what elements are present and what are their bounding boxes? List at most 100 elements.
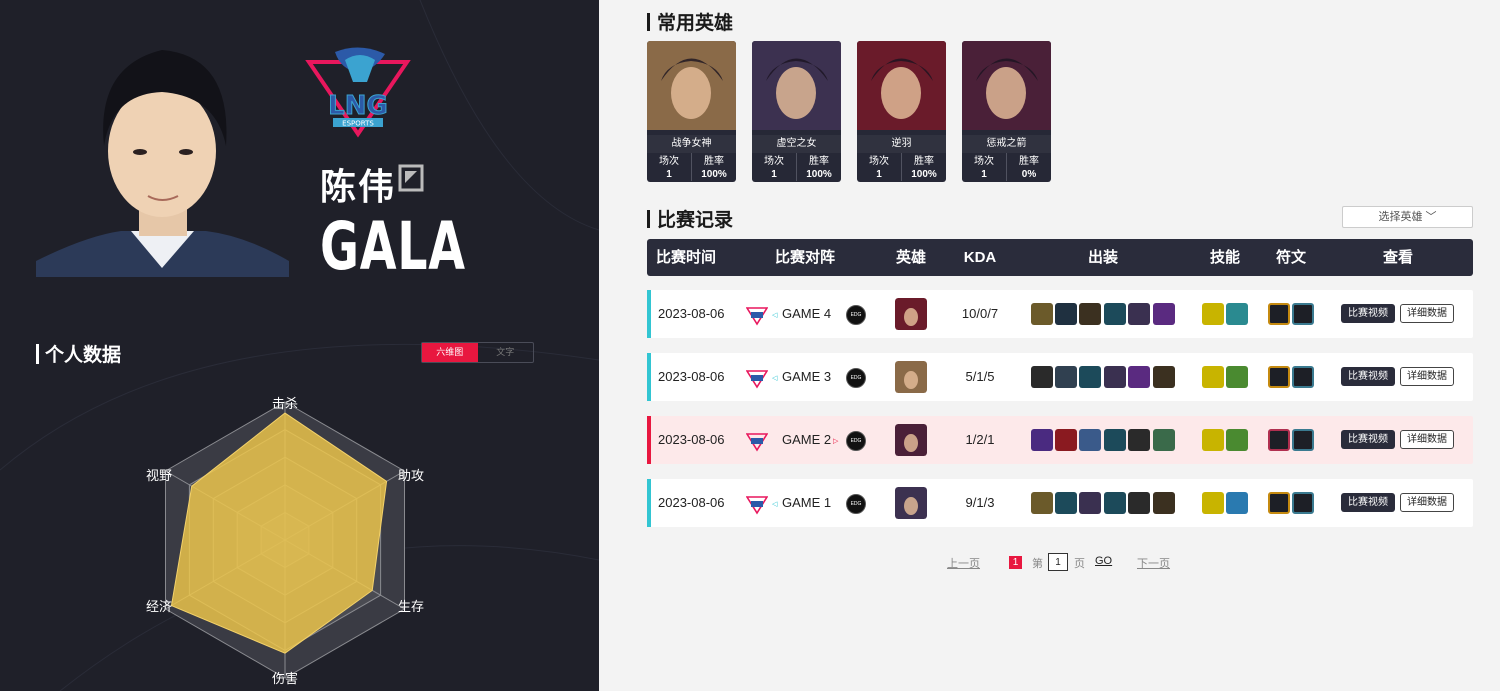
col-time: 比赛时间 xyxy=(655,249,717,266)
rune-icon[interactable] xyxy=(1292,366,1314,388)
match-video-button[interactable]: 比赛视频 xyxy=(1341,430,1395,449)
item-icon[interactable] xyxy=(1031,303,1053,325)
hero-icon xyxy=(895,298,927,330)
hero-name: 虚空之女 xyxy=(752,135,841,153)
hero-card[interactable]: 惩戒之箭 场次 1 胜率 0% xyxy=(962,41,1051,182)
item-icon[interactable] xyxy=(1031,492,1053,514)
game-number: GAME 1 xyxy=(782,495,832,510)
match-detail-button[interactable]: 详细数据 xyxy=(1400,367,1454,386)
item-icon[interactable] xyxy=(1031,429,1053,451)
col-view: 查看 xyxy=(1382,249,1414,266)
match-detail-button[interactable]: 详细数据 xyxy=(1400,430,1454,449)
stats-title: 个人数据 xyxy=(36,340,121,367)
hero-name: 惩戒之箭 xyxy=(962,135,1051,153)
summoner-spell-icon[interactable] xyxy=(1202,303,1224,325)
item-icon[interactable] xyxy=(1128,366,1150,388)
player-id: GALA xyxy=(320,208,466,285)
game-number: GAME 3 xyxy=(782,369,832,384)
item-icon[interactable] xyxy=(1104,303,1126,325)
match-date: 2023-08-06 xyxy=(658,369,725,384)
item-icon[interactable] xyxy=(1153,366,1175,388)
kda: 5/1/5 xyxy=(965,369,995,384)
item-icon[interactable] xyxy=(1153,429,1175,451)
hero-name: 战争女神 xyxy=(647,135,736,153)
game-number: GAME 4 xyxy=(782,306,832,321)
summoner-spell-icon[interactable] xyxy=(1202,492,1224,514)
item-icon[interactable] xyxy=(1153,303,1175,325)
hero-card[interactable]: 逆羽 场次 1 胜率 100% xyxy=(857,41,946,182)
svg-text:LNG: LNG xyxy=(328,91,388,121)
col-matchup: 比赛对阵 xyxy=(774,249,836,266)
rune-icon[interactable] xyxy=(1292,492,1314,514)
item-icon[interactable] xyxy=(1055,303,1077,325)
rune-icon[interactable] xyxy=(1292,303,1314,325)
match-date: 2023-08-06 xyxy=(658,432,725,447)
match-detail-button[interactable]: 详细数据 xyxy=(1400,304,1454,323)
item-icon[interactable] xyxy=(1079,303,1101,325)
item-icon[interactable] xyxy=(1128,303,1150,325)
loss-arrow-icon: ▷ xyxy=(833,438,839,445)
item-icon[interactable] xyxy=(1104,429,1126,451)
radar-label-economy: 经济 xyxy=(146,599,173,614)
team-logo-small xyxy=(746,370,768,389)
item-icon[interactable] xyxy=(1055,366,1077,388)
item-icon[interactable] xyxy=(1153,492,1175,514)
item-icon[interactable] xyxy=(1031,366,1053,388)
result-indicator xyxy=(647,479,651,527)
hero-card[interactable]: 虚空之女 场次 1 胜率 100% xyxy=(752,41,841,182)
hero-icon xyxy=(895,361,927,393)
next-page-link[interactable]: 下一页 xyxy=(1137,555,1170,571)
item-icon[interactable] xyxy=(1104,492,1126,514)
item-icon[interactable] xyxy=(1079,492,1101,514)
opponent-logo: EDG xyxy=(846,368,866,388)
kda: 1/2/1 xyxy=(965,432,995,447)
hero-card[interactable]: 战争女神 场次 1 胜率 100% xyxy=(647,41,736,182)
radar-label-vision: 视野 xyxy=(146,468,173,483)
current-page-badge[interactable]: 1 xyxy=(1009,556,1022,569)
match-detail-button[interactable]: 详细数据 xyxy=(1400,493,1454,512)
radar-tab[interactable]: 六维图 xyxy=(422,343,478,362)
summoner-spell-icon[interactable] xyxy=(1226,303,1248,325)
item-icon[interactable] xyxy=(1128,492,1150,514)
go-button[interactable]: GO xyxy=(1095,555,1112,567)
text-tab[interactable]: 文字 xyxy=(478,343,534,362)
rune-icon[interactable] xyxy=(1268,303,1290,325)
rune-icon[interactable] xyxy=(1268,492,1290,514)
item-icon[interactable] xyxy=(1079,429,1101,451)
records-table-header: 比赛时间 比赛对阵 英雄 KDA 出装 技能 符文 查看 xyxy=(647,239,1473,276)
summoner-spell-icon[interactable] xyxy=(1226,492,1248,514)
rune-icon[interactable] xyxy=(1292,429,1314,451)
item-icon[interactable] xyxy=(1055,429,1077,451)
radar-label-survival: 生存 xyxy=(398,599,425,614)
summoner-spell-icon[interactable] xyxy=(1226,429,1248,451)
hero-portrait xyxy=(857,41,946,130)
item-icon[interactable] xyxy=(1055,492,1077,514)
page-number-input[interactable]: 1 xyxy=(1048,553,1068,571)
col-items: 出装 xyxy=(1087,249,1119,266)
summoner-spell-icon[interactable] xyxy=(1202,429,1224,451)
page-suffix: 页 xyxy=(1074,558,1085,570)
item-icon[interactable] xyxy=(1104,366,1126,388)
match-row: 2023-08-06 ◁ GAME 4 EDG 10/0/7 比赛视频 详细数据 xyxy=(647,290,1473,338)
match-video-button[interactable]: 比赛视频 xyxy=(1341,304,1395,323)
radar-label-damage: 伤害 xyxy=(272,671,299,686)
col-kda: KDA xyxy=(963,249,997,266)
match-video-button[interactable]: 比赛视频 xyxy=(1341,367,1395,386)
radar-label-kills: 击杀 xyxy=(272,396,299,411)
item-icon[interactable] xyxy=(1128,429,1150,451)
match-video-button[interactable]: 比赛视频 xyxy=(1341,493,1395,512)
hero-select[interactable]: 选择英雄 ﹀ xyxy=(1342,206,1473,228)
rune-icon[interactable] xyxy=(1268,429,1290,451)
player-name: 陈伟 xyxy=(320,166,397,207)
hero-winrate: 胜率 100% xyxy=(806,156,832,180)
hero-winrate: 胜率 100% xyxy=(701,156,727,180)
summoner-spell-icon[interactable] xyxy=(1226,366,1248,388)
win-arrow-icon: ◁ xyxy=(772,312,778,319)
item-icon[interactable] xyxy=(1079,366,1101,388)
rune-icon[interactable] xyxy=(1268,366,1290,388)
prev-page-link[interactable]: 上一页 xyxy=(947,555,980,571)
col-hero: 英雄 xyxy=(895,249,927,266)
hero-name: 逆羽 xyxy=(857,135,946,153)
summoner-spell-icon[interactable] xyxy=(1202,366,1224,388)
kda: 9/1/3 xyxy=(965,495,995,510)
